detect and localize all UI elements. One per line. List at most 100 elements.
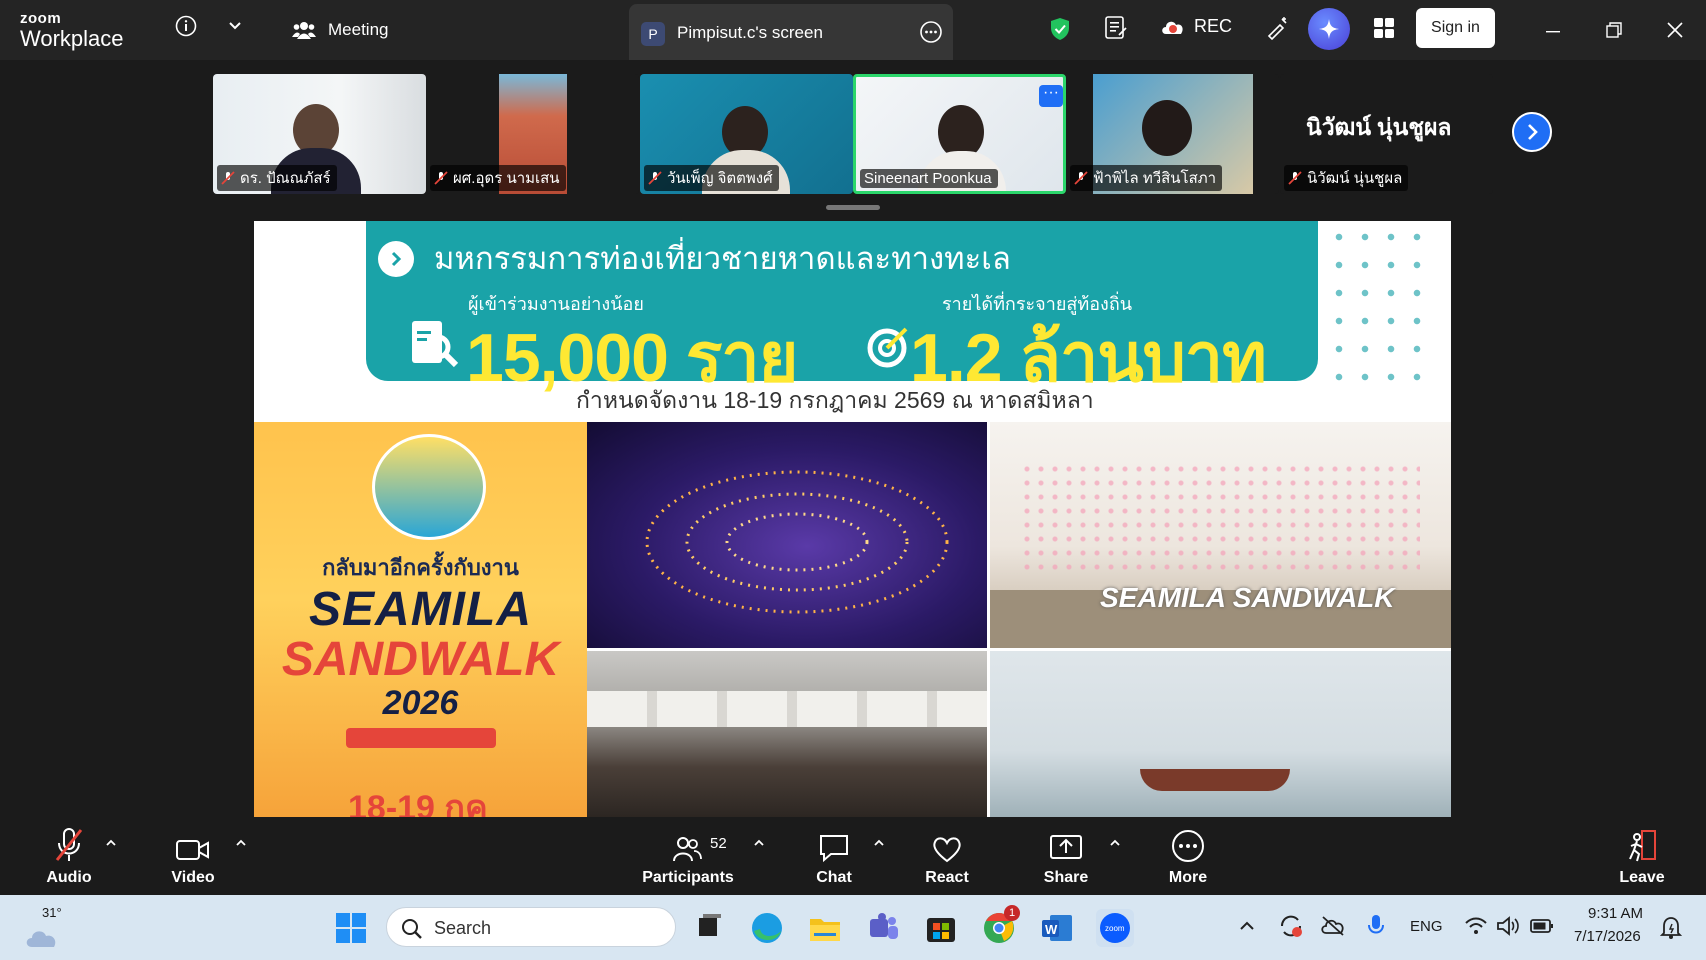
share-label: Share bbox=[1043, 869, 1089, 886]
chat-bubble-icon bbox=[820, 835, 848, 863]
audio-options-caret-icon[interactable] bbox=[104, 838, 118, 848]
zoom-app-icon[interactable]: zoom bbox=[1096, 909, 1134, 947]
teams-icon[interactable] bbox=[864, 909, 902, 947]
mic-muted-icon bbox=[221, 171, 235, 185]
record-button[interactable]: REC bbox=[1160, 16, 1232, 37]
cloud-off-icon[interactable] bbox=[1320, 915, 1346, 937]
participant-gallery: ดร. ปัณณภัสร์ ผศ.อุดร นามเสน วันเพ็ญ จิต… bbox=[0, 60, 1706, 202]
taskbar-search-box[interactable]: Search bbox=[386, 907, 676, 947]
audio-button[interactable]: Audio bbox=[44, 827, 94, 887]
decorative-dots bbox=[1326, 223, 1436, 399]
video-tile[interactable]: ดร. ปัณณภัสร์ bbox=[213, 74, 426, 194]
close-icon[interactable] bbox=[1664, 19, 1686, 41]
task-view-icon[interactable] bbox=[690, 909, 728, 947]
more-options-icon[interactable] bbox=[919, 20, 943, 49]
edge-browser-icon[interactable] bbox=[748, 909, 786, 947]
video-tile[interactable]: วันเพ็ญ จิตตพงศ์ bbox=[640, 74, 853, 194]
sea-boat-photo bbox=[990, 651, 1451, 817]
event-dateline: กำหนดจัดงาน 18-19 กรกฎาคม 2569 ณ หาดสมิห… bbox=[576, 387, 1094, 413]
notes-icon[interactable] bbox=[1103, 14, 1129, 42]
language-indicator[interactable]: ENG bbox=[1410, 918, 1443, 935]
active-speaker-tile[interactable]: ··· Sineenart Poonkua bbox=[853, 74, 1066, 194]
more-button[interactable]: More bbox=[1166, 827, 1210, 887]
notification-bell-icon[interactable] bbox=[1660, 915, 1682, 939]
event-poster: กลับมาอีกครั้งกับงาน SEAMILA SANDWALK 20… bbox=[254, 422, 587, 817]
restore-icon[interactable] bbox=[1603, 19, 1625, 41]
sync-icon[interactable] bbox=[1278, 913, 1304, 939]
windows-taskbar: 31° Search 1 W zoom ENG 9:31 AM 7/17/202… bbox=[0, 895, 1706, 960]
brand-line2: Workplace bbox=[20, 26, 124, 51]
store-icon[interactable] bbox=[922, 909, 960, 947]
meeting-button[interactable]: Meeting bbox=[292, 15, 388, 45]
search-placeholder: Search bbox=[434, 918, 492, 938]
info-icon[interactable] bbox=[174, 14, 198, 38]
volume-icon[interactable] bbox=[1496, 915, 1520, 937]
annotate-icon[interactable] bbox=[1264, 14, 1290, 42]
cloud-record-icon bbox=[1162, 21, 1183, 34]
confetti-backdrop bbox=[1020, 462, 1420, 572]
shared-screen-content: มหกรรมการท่องเที่ยวชายหาดและทางทะเล ผู้เ… bbox=[254, 221, 1451, 817]
screen-share-tab[interactable]: P Pimpisut.c's screen bbox=[629, 4, 953, 60]
share-options-caret-icon[interactable] bbox=[1108, 838, 1122, 848]
leave-button[interactable]: Leave bbox=[1618, 827, 1666, 887]
ai-companion-button[interactable] bbox=[1308, 8, 1350, 50]
tile-more-button[interactable]: ··· bbox=[1039, 85, 1063, 107]
weather-widget[interactable]: 31° bbox=[24, 905, 68, 951]
title-bar: zoom Workplace Meeting P Pimpisut.c's sc… bbox=[0, 0, 1706, 60]
app-logo: zoom Workplace bbox=[20, 11, 124, 50]
video-tile[interactable]: ฟ้าพิไล ทวีสินโสภา bbox=[1066, 74, 1279, 194]
chat-button[interactable]: Chat bbox=[814, 827, 854, 887]
svg-text:zoom: zoom bbox=[1105, 924, 1125, 933]
clock-time[interactable]: 9:31 AM bbox=[1588, 905, 1643, 922]
search-icon bbox=[402, 919, 422, 939]
participant-name: ฟ้าพิไล ทวีสินโสภา bbox=[1070, 165, 1223, 191]
share-button[interactable]: Share bbox=[1040, 827, 1092, 887]
leave-door-icon bbox=[1629, 830, 1656, 862]
screen-tab-badge: P bbox=[641, 22, 665, 46]
participants-label: Participants bbox=[642, 869, 734, 886]
record-label: REC bbox=[1194, 16, 1233, 36]
word-icon[interactable]: W bbox=[1038, 909, 1076, 947]
file-explorer-icon[interactable] bbox=[806, 909, 844, 947]
wifi-icon[interactable] bbox=[1464, 915, 1488, 937]
video-tile[interactable]: ผศ.อุดร นามเสน bbox=[426, 74, 639, 194]
sign-in-button[interactable]: Sign in bbox=[1416, 8, 1495, 48]
microphone-icon[interactable] bbox=[1366, 913, 1386, 939]
night-lights-photo bbox=[587, 422, 987, 648]
gallery-resize-handle[interactable] bbox=[826, 205, 880, 210]
apps-icon[interactable] bbox=[1372, 16, 1396, 40]
share-screen-icon bbox=[1050, 835, 1082, 859]
battery-icon[interactable] bbox=[1530, 917, 1554, 935]
stage-photo: SEAMILA SANDWALK bbox=[990, 422, 1451, 648]
video-camera-icon bbox=[176, 840, 209, 860]
start-button[interactable] bbox=[332, 909, 370, 947]
chevron-down-icon[interactable] bbox=[225, 16, 245, 36]
gallery-next-button[interactable] bbox=[1512, 112, 1552, 152]
security-shield-icon[interactable] bbox=[1047, 15, 1073, 43]
participant-name: นิวัฒน์ นุ่นชูผล bbox=[1284, 165, 1409, 191]
poster-word2: SANDWALK bbox=[281, 633, 560, 686]
poster-word1: SEAMILA bbox=[309, 583, 532, 636]
participant-name: ผศ.อุดร นามเสน bbox=[430, 165, 566, 191]
chat-options-caret-icon[interactable] bbox=[872, 838, 886, 848]
more-dots-icon bbox=[1172, 830, 1204, 862]
video-options-caret-icon[interactable] bbox=[234, 838, 248, 848]
participants-count: 52 bbox=[710, 835, 727, 852]
heart-icon bbox=[933, 837, 961, 863]
participants-options-caret-icon[interactable] bbox=[752, 838, 766, 848]
participant-display-name: นิวัฒน์ นุ่นชูผล bbox=[1306, 115, 1452, 140]
poster-date: 18-19 กค bbox=[348, 789, 488, 817]
weather-temp: 31° bbox=[42, 905, 62, 920]
meeting-label: Meeting bbox=[328, 20, 389, 39]
chevron-up-icon[interactable] bbox=[1238, 919, 1256, 933]
minimize-icon[interactable] bbox=[1542, 20, 1564, 42]
leave-label: Leave bbox=[1619, 869, 1665, 886]
mic-muted-icon bbox=[1074, 171, 1088, 185]
clock-date[interactable]: 7/17/2026 bbox=[1574, 928, 1641, 945]
cloud-icon bbox=[26, 931, 56, 947]
chrome-icon[interactable]: 1 bbox=[980, 905, 1020, 947]
react-button[interactable]: React bbox=[922, 827, 972, 887]
participants-icon bbox=[673, 837, 702, 862]
video-label: Video bbox=[171, 869, 215, 886]
video-button[interactable]: Video bbox=[168, 827, 218, 887]
